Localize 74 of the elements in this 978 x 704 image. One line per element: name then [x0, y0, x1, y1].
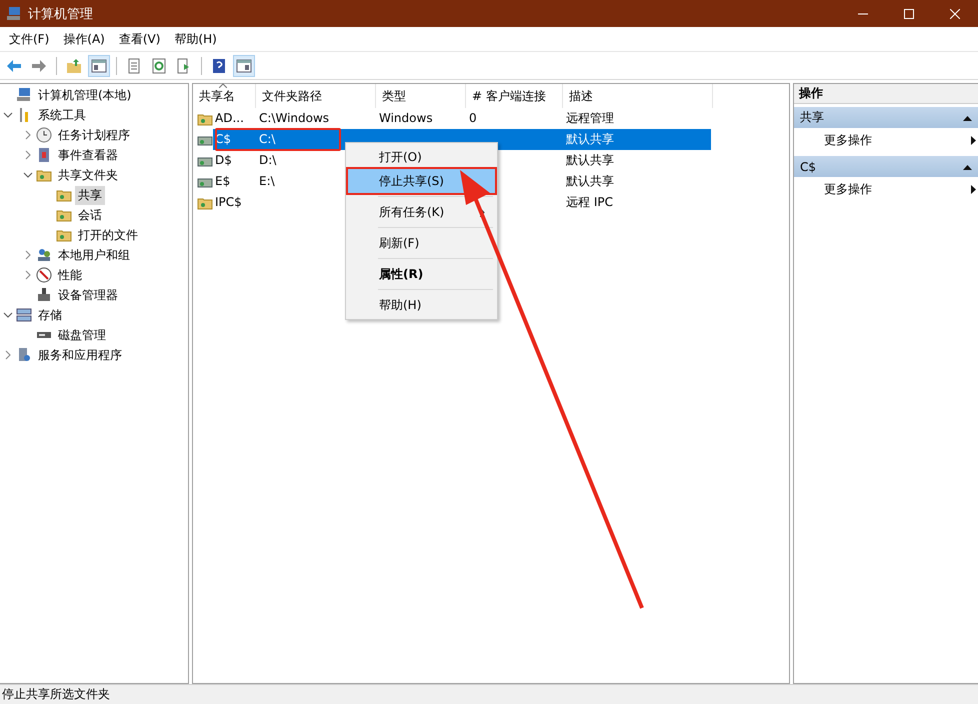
table-cell-text: 0	[468, 110, 478, 127]
tree-item[interactable]: 存储	[35, 306, 65, 324]
action-link[interactable]: 更多操作	[794, 177, 978, 202]
right-triangle-icon	[971, 136, 976, 145]
table-cell: 默认共享	[561, 129, 711, 150]
event-log-icon	[36, 147, 52, 163]
table-cell-text: E$	[214, 173, 232, 190]
context-menu-item[interactable]: 停止共享(S)	[348, 169, 495, 193]
performance-icon	[36, 267, 52, 283]
close-icon	[950, 8, 960, 18]
table-cell-text: Windows	[378, 110, 434, 127]
maximize-icon	[904, 8, 914, 18]
action-pane-icon	[236, 58, 252, 74]
tree-pane-icon	[91, 58, 107, 74]
tree-item[interactable]: 事件查看器	[55, 146, 121, 164]
table-cell-text: IPC$	[214, 194, 243, 211]
actions-title: 操作	[794, 84, 978, 104]
tree-item[interactable]: 会话	[75, 206, 105, 224]
computer-icon	[16, 87, 32, 103]
tree-item[interactable]: 系统工具	[35, 106, 89, 124]
collapse-triangle-icon	[963, 164, 972, 170]
window-title: 计算机管理	[28, 6, 94, 22]
sort-icon	[219, 83, 227, 88]
computer-icon	[6, 6, 22, 22]
menu-item[interactable]: 操作(A)	[56, 28, 112, 50]
tree-item[interactable]: 共享	[75, 186, 105, 204]
actions-section-header[interactable]: C$	[794, 156, 978, 177]
tree-item[interactable]: 设备管理器	[55, 286, 121, 304]
menu-item[interactable]: 查看(V)	[112, 28, 168, 50]
table-cell-text: 默认共享	[565, 173, 615, 190]
table-cell-text: AD...	[214, 110, 245, 127]
toolbar-button[interactable]	[88, 54, 110, 76]
tree-item[interactable]: 服务和应用程序	[35, 346, 125, 364]
refresh-icon	[151, 58, 167, 74]
status-text: 停止共享所选文件夹	[2, 686, 110, 703]
back-arrow-icon	[6, 58, 22, 74]
properties-icon	[126, 58, 142, 74]
tree-item[interactable]: 本地用户和组	[55, 246, 133, 264]
tree-item[interactable]: 磁盘管理	[55, 326, 109, 344]
table-cell-text: 远程 IPC	[565, 194, 614, 211]
folder-up-icon	[66, 58, 82, 74]
table-cell-text: 默认共享	[565, 152, 615, 169]
expanded-chevron-icon	[3, 310, 13, 320]
tree-item[interactable]: 打开的文件	[75, 226, 141, 244]
action-link[interactable]: 更多操作	[794, 128, 978, 153]
table-cell-text: D$	[214, 152, 233, 169]
collapsed-chevron-icon	[3, 350, 13, 360]
right-triangle-icon	[971, 185, 976, 194]
expanded-chevron-icon	[23, 170, 33, 180]
table-cell-text: 远程管理	[565, 110, 615, 127]
tree-item[interactable]: 性能	[55, 266, 85, 284]
device-icon	[36, 287, 52, 303]
services-icon	[16, 347, 32, 363]
menu-item[interactable]: 文件(F)	[2, 28, 56, 50]
users-icon	[36, 247, 52, 263]
context-menu-item[interactable]: 属性(R)	[348, 262, 495, 286]
table-cell-text: D:\	[258, 152, 278, 169]
clock-icon	[36, 127, 52, 143]
expanded-chevron-icon	[3, 110, 13, 120]
forward-arrow-icon	[31, 58, 47, 74]
context-menu-item[interactable]: 刷新(F)	[348, 231, 495, 255]
table-cell-text: C:\Windows	[258, 110, 330, 127]
toolbar-button[interactable]	[233, 54, 255, 76]
help-icon	[211, 58, 227, 74]
menu-item[interactable]: 帮助(H)	[167, 28, 224, 50]
collapse-triangle-icon	[963, 114, 972, 120]
tree-item[interactable]: 计算机管理(本地)	[35, 86, 134, 104]
context-menu-item[interactable]: 帮助(H)	[348, 293, 495, 317]
tree-item[interactable]: 共享文件夹	[55, 166, 121, 184]
tree-item[interactable]: 任务计划程序	[55, 126, 133, 144]
storage-icon	[16, 307, 32, 323]
table-cell-text: E:\	[258, 173, 276, 190]
actions-section-header[interactable]: 共享	[794, 107, 978, 128]
context-menu-item[interactable]: 所有任务(K)	[348, 200, 495, 224]
